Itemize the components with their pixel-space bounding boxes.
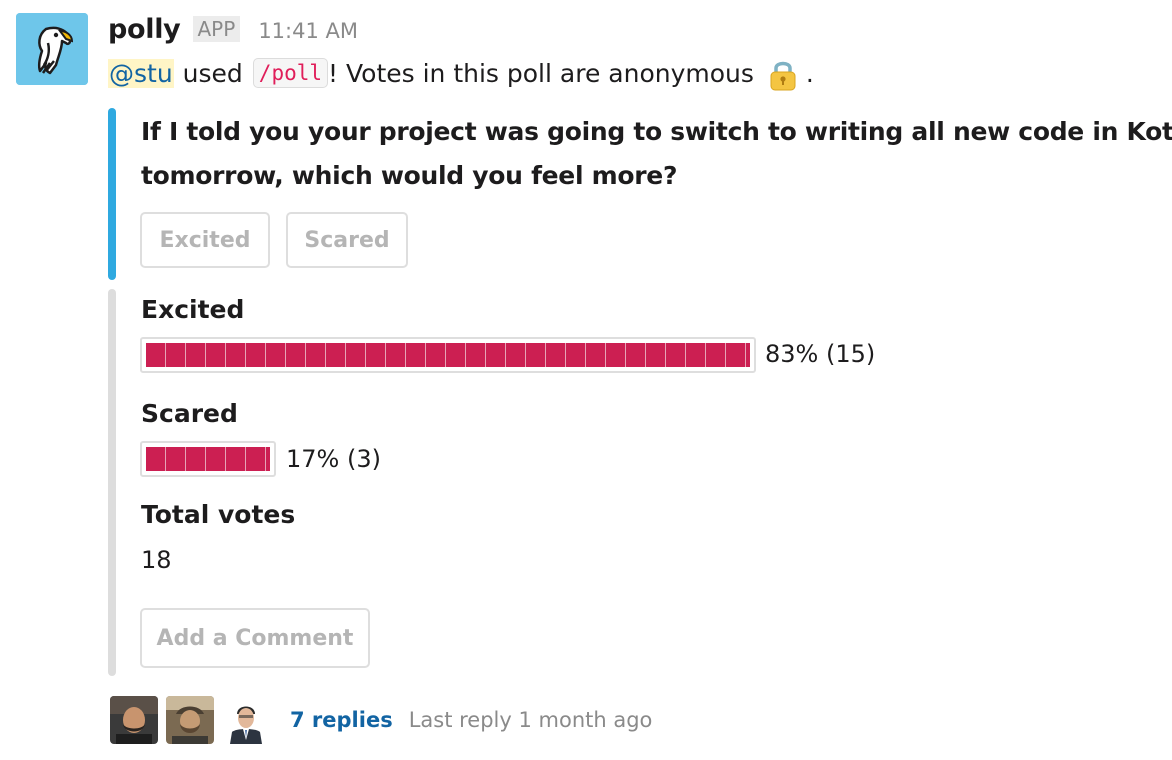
total-votes-label: Total votes xyxy=(141,500,296,529)
vote-scared-button[interactable]: Scared xyxy=(286,212,408,268)
attachment-results-bar xyxy=(108,289,116,676)
option-label-excited: Excited xyxy=(141,295,245,324)
reply-avatar[interactable] xyxy=(166,696,214,744)
intro-used-text: used xyxy=(182,58,243,88)
poll-question: If I told you your project was going to … xyxy=(141,110,1172,198)
poll-question-line: If I told you your project was going to … xyxy=(141,117,1172,146)
add-comment-button[interactable]: Add a Comment xyxy=(140,608,370,668)
polly-app-avatar[interactable] xyxy=(16,13,88,85)
attachment-accent-bar xyxy=(108,108,116,280)
message-intro: @stu used /poll ! Votes in this poll are… xyxy=(108,54,814,92)
last-reply-text: Last reply 1 month ago xyxy=(408,708,653,732)
poll-question-line: tomorrow, which would you feel more? xyxy=(141,161,678,190)
app-name[interactable]: polly xyxy=(108,14,181,45)
reply-avatar[interactable] xyxy=(110,696,158,744)
result-bar-fill xyxy=(146,343,750,367)
reply-avatar[interactable] xyxy=(222,696,270,744)
result-bar-fill xyxy=(146,447,270,471)
result-text-scared: 17% (3) xyxy=(286,445,381,473)
result-bar-excited xyxy=(140,337,756,373)
thread-summary[interactable]: 7 replies Last reply 1 month ago xyxy=(110,696,652,744)
intro-text: ! Votes in this poll are anonymous xyxy=(328,58,754,88)
vote-excited-button[interactable]: Excited xyxy=(140,212,270,268)
timestamp[interactable]: 11:41 AM xyxy=(258,19,358,43)
lock-icon xyxy=(768,58,798,92)
reply-count-link[interactable]: 7 replies xyxy=(290,708,393,732)
message-header: polly APP 11:41 AM xyxy=(108,14,358,52)
command-code: /poll xyxy=(252,58,329,88)
result-bar-scared xyxy=(140,441,276,477)
result-text-excited: 83% (15) xyxy=(765,340,876,368)
option-label-scared: Scared xyxy=(141,399,238,428)
total-votes-value: 18 xyxy=(141,546,172,574)
app-badge: APP xyxy=(192,16,241,42)
parrot-icon xyxy=(16,13,88,85)
user-mention[interactable]: @stu xyxy=(108,58,174,88)
intro-period: . xyxy=(805,58,814,88)
